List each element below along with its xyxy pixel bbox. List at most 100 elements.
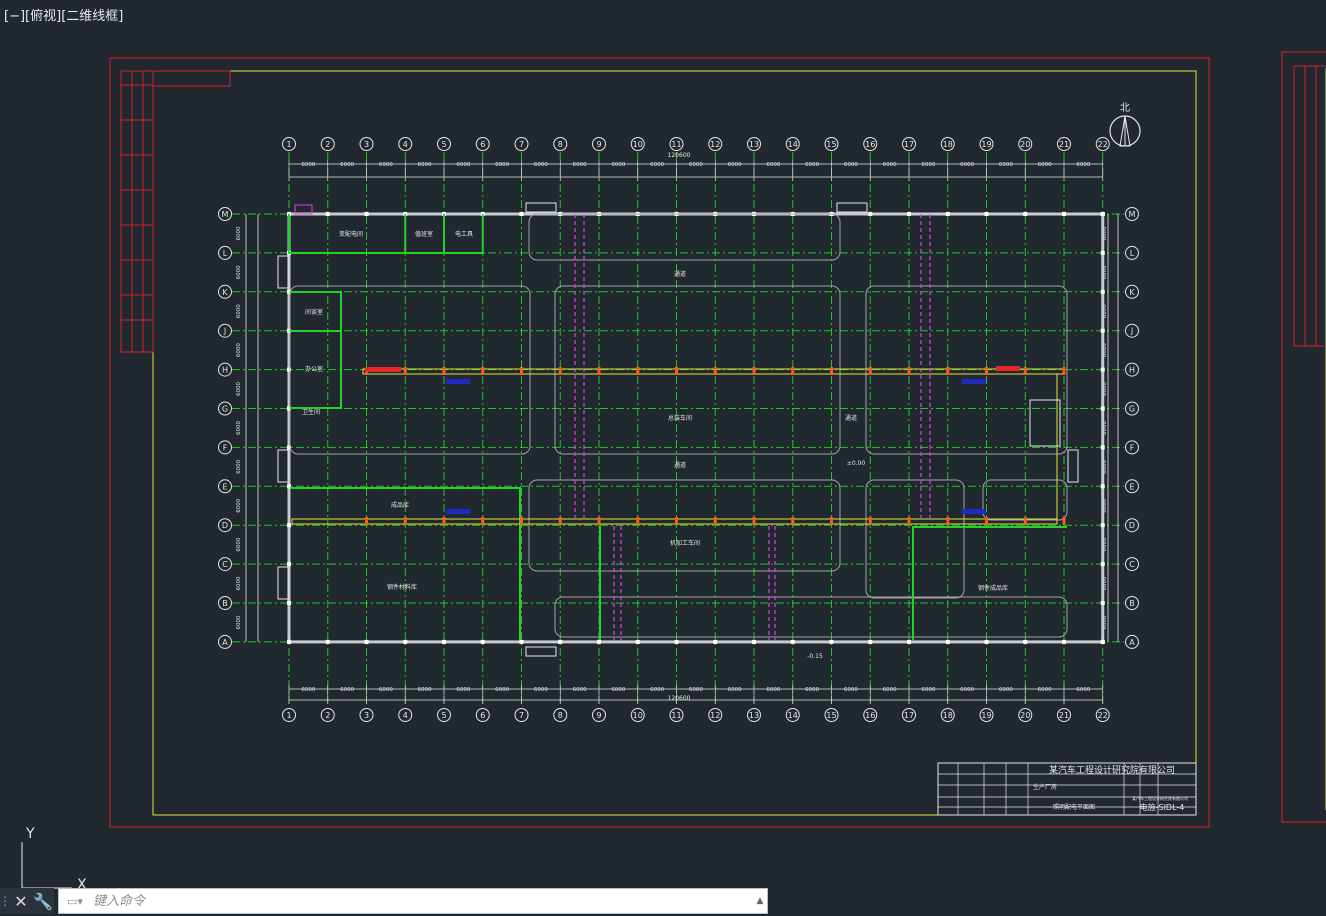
grid-label-row: D (1129, 521, 1135, 530)
dimension-text: 6000 (236, 576, 242, 590)
light-fixture (442, 517, 446, 525)
command-input-box[interactable]: ▭▾ ▲ (58, 888, 768, 914)
dimension-text: 6000 (728, 687, 742, 693)
distribution-panel (996, 366, 1020, 371)
structural-column (1100, 484, 1105, 489)
grid-label-column: 15 (826, 140, 836, 149)
structural-column (1062, 639, 1066, 644)
grid-label-column: 20 (1020, 711, 1030, 720)
wrench-icon[interactable]: 🔧 (32, 888, 54, 914)
light-fixture (985, 517, 988, 525)
command-prompt-icon[interactable]: ▭▾ (59, 889, 91, 913)
distribution-panel (365, 367, 401, 372)
floor-plan: 1122334455667788991010111112121313141415… (218, 137, 1139, 722)
dimension-text: 6000 (766, 687, 780, 693)
grid-label-column: 8 (558, 711, 563, 720)
structural-column (1100, 445, 1105, 450)
dimension-text: 6000 (844, 162, 858, 168)
grid-label-column: 18 (943, 140, 953, 149)
light-fixture (791, 367, 795, 375)
grid-label-column: 16 (865, 711, 875, 720)
structural-column (287, 562, 291, 567)
grid-label-row: B (1129, 599, 1135, 608)
grid-label-column: 19 (981, 140, 991, 149)
dimension-text: 6000 (340, 162, 354, 168)
dimension-text: 6000 (236, 343, 242, 357)
dimension-text: 6000 (805, 162, 819, 168)
structural-column (1100, 601, 1105, 605)
dimension-text: 6000 (1076, 687, 1090, 693)
structural-column (1100, 562, 1105, 567)
dimension-text: 6000 (1076, 162, 1090, 168)
dimension-text: 6000 (534, 687, 548, 693)
dimension-text: 6000 (236, 420, 242, 434)
dimension-text: 6000 (456, 162, 470, 168)
structural-column (907, 639, 911, 644)
command-history-arrow-icon[interactable]: ▲ (753, 889, 767, 913)
grid-label-column: 15 (826, 711, 836, 720)
structural-column (1100, 289, 1105, 294)
structural-column (752, 639, 756, 644)
structural-column (1023, 639, 1028, 644)
grid-label-column: 14 (788, 140, 798, 149)
dimension-text: 6000 (883, 687, 897, 693)
light-fixture (636, 367, 640, 375)
grid-label-column: 4 (403, 711, 408, 720)
light-fixture (481, 367, 485, 375)
grid-label-column: 13 (749, 140, 759, 149)
structural-column (325, 212, 330, 216)
light-fixture (1062, 367, 1066, 375)
dimension-text: 6000 (573, 162, 587, 168)
structural-column (868, 639, 873, 644)
structural-column (868, 212, 873, 216)
structural-column (984, 639, 989, 644)
grid-label-column: 6 (480, 711, 485, 720)
light-fixture (907, 367, 911, 375)
structural-column (635, 639, 640, 644)
room-label: 变配电间 (339, 230, 363, 238)
door (525, 646, 557, 657)
light-fixture (868, 367, 872, 375)
grid-label-row: F (223, 443, 228, 452)
grid-label-column: 10 (633, 140, 643, 149)
dimension-text: 6000 (650, 162, 664, 168)
room-label: 钢件材料库 (387, 583, 417, 591)
aisle-zone (865, 479, 965, 599)
grid-label-column: 5 (441, 140, 446, 149)
grid-label-row: H (222, 366, 228, 375)
ucs-y-label: Y (25, 826, 35, 842)
close-icon[interactable]: ✕ (10, 888, 32, 914)
structural-column (1100, 250, 1105, 255)
grip-handle-icon[interactable]: ⋮ (0, 888, 11, 914)
dimension-text: 6000 (611, 687, 625, 693)
room-label: 机加工车间 (670, 539, 700, 547)
grid-label-column: 5 (441, 711, 446, 720)
dimension-text: 6000 (236, 226, 242, 240)
door (1067, 449, 1079, 483)
grid-label-column: 11 (671, 140, 681, 149)
dimension-text: 6000 (495, 162, 509, 168)
grid-label-row: C (1129, 560, 1135, 569)
grid-label-row: K (222, 288, 228, 297)
dimension-text: 6000 (999, 687, 1013, 693)
grid-label-column: 21 (1059, 711, 1069, 720)
light-fixture (442, 367, 446, 375)
grid-label-column: 8 (558, 140, 563, 149)
dimension-text: 6000 (236, 382, 242, 396)
circuit-tag (962, 379, 986, 384)
light-fixture (520, 367, 523, 375)
grid-label-column: 9 (596, 140, 601, 149)
structural-column (984, 212, 989, 216)
sheet-outer-border (109, 57, 1210, 828)
command-input[interactable] (91, 890, 753, 912)
light-fixture (558, 367, 562, 375)
elevation-label: ±0.00 (847, 460, 866, 467)
structural-column (364, 639, 369, 644)
light-fixture (636, 517, 640, 525)
room-label: 间谈室 (305, 308, 323, 316)
door (277, 255, 289, 289)
dimension-total: 120600 (668, 152, 691, 159)
drawing-canvas[interactable]: 1122334455667788991010111112121313141415… (0, 0, 1326, 916)
light-fixture (752, 367, 756, 375)
grid-label-column: 16 (865, 140, 875, 149)
